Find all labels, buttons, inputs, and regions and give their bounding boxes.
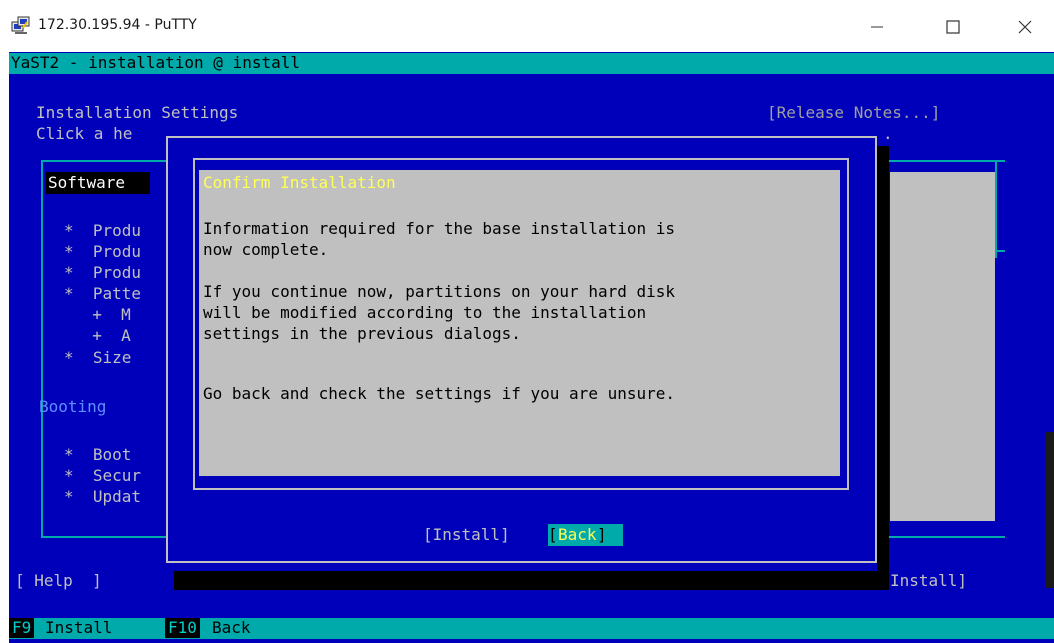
dialog-shadow-right — [877, 146, 889, 590]
hint-text: Click a he — [36, 124, 133, 143]
function-key-bar: F9 Install F10 Back — [9, 618, 1054, 639]
putty-icon[interactable] — [11, 16, 31, 36]
function-key[interactable]: F9 — [9, 618, 35, 638]
close-icon — [1018, 20, 1032, 34]
dialog-shadow — [174, 571, 889, 590]
list-item[interactable]: * Produ — [64, 263, 141, 283]
list-item[interactable]: * Boot — [64, 445, 131, 465]
back-button-label: Back — [558, 525, 597, 544]
dialog-line: Information required for the base instal… — [203, 219, 676, 238]
software-header[interactable]: Software — [46, 172, 150, 194]
dialog-line: If you continue now, partitions on your … — [203, 282, 676, 301]
back-bracket-open: [ — [548, 525, 558, 544]
top-status-bar: YaST2 - installation @ install — [9, 53, 1054, 74]
help-button[interactable]: [ Help ] — [15, 571, 102, 591]
list-item[interactable]: * Updat — [64, 487, 141, 507]
title-bar: 172.30.195.94 - PuTTY — [0, 0, 1054, 52]
maximize-icon — [946, 20, 960, 34]
minimize-button[interactable] — [854, 8, 900, 46]
list-item[interactable]: * Size — [64, 348, 131, 368]
window-title: 172.30.195.94 - PuTTY — [38, 17, 197, 33]
function-key-label[interactable]: Back — [212, 618, 251, 638]
release-notes-button[interactable]: [Release Notes...] — [767, 103, 940, 123]
close-button[interactable] — [1002, 8, 1048, 46]
panel-scroll-mark — [995, 250, 1005, 252]
function-key-label[interactable]: Install — [45, 618, 112, 638]
dialog-line: settings in the previous dialogs. — [203, 324, 521, 343]
putty-window: 172.30.195.94 - PuTTY YaST2 - installati… — [0, 0, 1054, 643]
dialog-line: now complete. — [203, 240, 329, 259]
list-item[interactable]: * Patte — [64, 284, 141, 304]
dialog-line: will be modified according to the instal… — [203, 303, 647, 322]
panel-scroll-marker — [995, 160, 1001, 258]
maximize-button[interactable] — [930, 8, 976, 46]
terminal-screen[interactable]: YaST2 - installation @ install Installat… — [9, 52, 1054, 643]
top-status-text: YaST2 - installation @ install — [11, 53, 300, 72]
dialog-line: Go back and check the settings if you ar… — [203, 384, 676, 403]
list-item[interactable]: * Produ — [64, 221, 141, 241]
list-item[interactable]: * Secur — [64, 466, 141, 486]
install-button-background[interactable]: Install] — [890, 571, 967, 591]
back-bracket-close: ] — [597, 525, 607, 544]
minimize-icon — [871, 26, 883, 28]
install-button[interactable]: [Install] — [423, 525, 510, 545]
dialog-title: Confirm Installation — [203, 173, 396, 192]
screen-title: Installation Settings — [36, 103, 239, 122]
list-item[interactable]: * Produ — [64, 242, 141, 262]
hint-tail: . — [883, 124, 893, 143]
dialog-message-area — [199, 170, 840, 476]
scrollbar-thumb[interactable] — [1045, 432, 1054, 588]
list-item[interactable]: + M — [73, 305, 131, 325]
list-item[interactable]: + A — [73, 326, 131, 346]
summary-panel-right — [890, 172, 995, 521]
function-key[interactable]: F10 — [165, 618, 200, 638]
booting-header[interactable]: Booting — [39, 397, 106, 417]
